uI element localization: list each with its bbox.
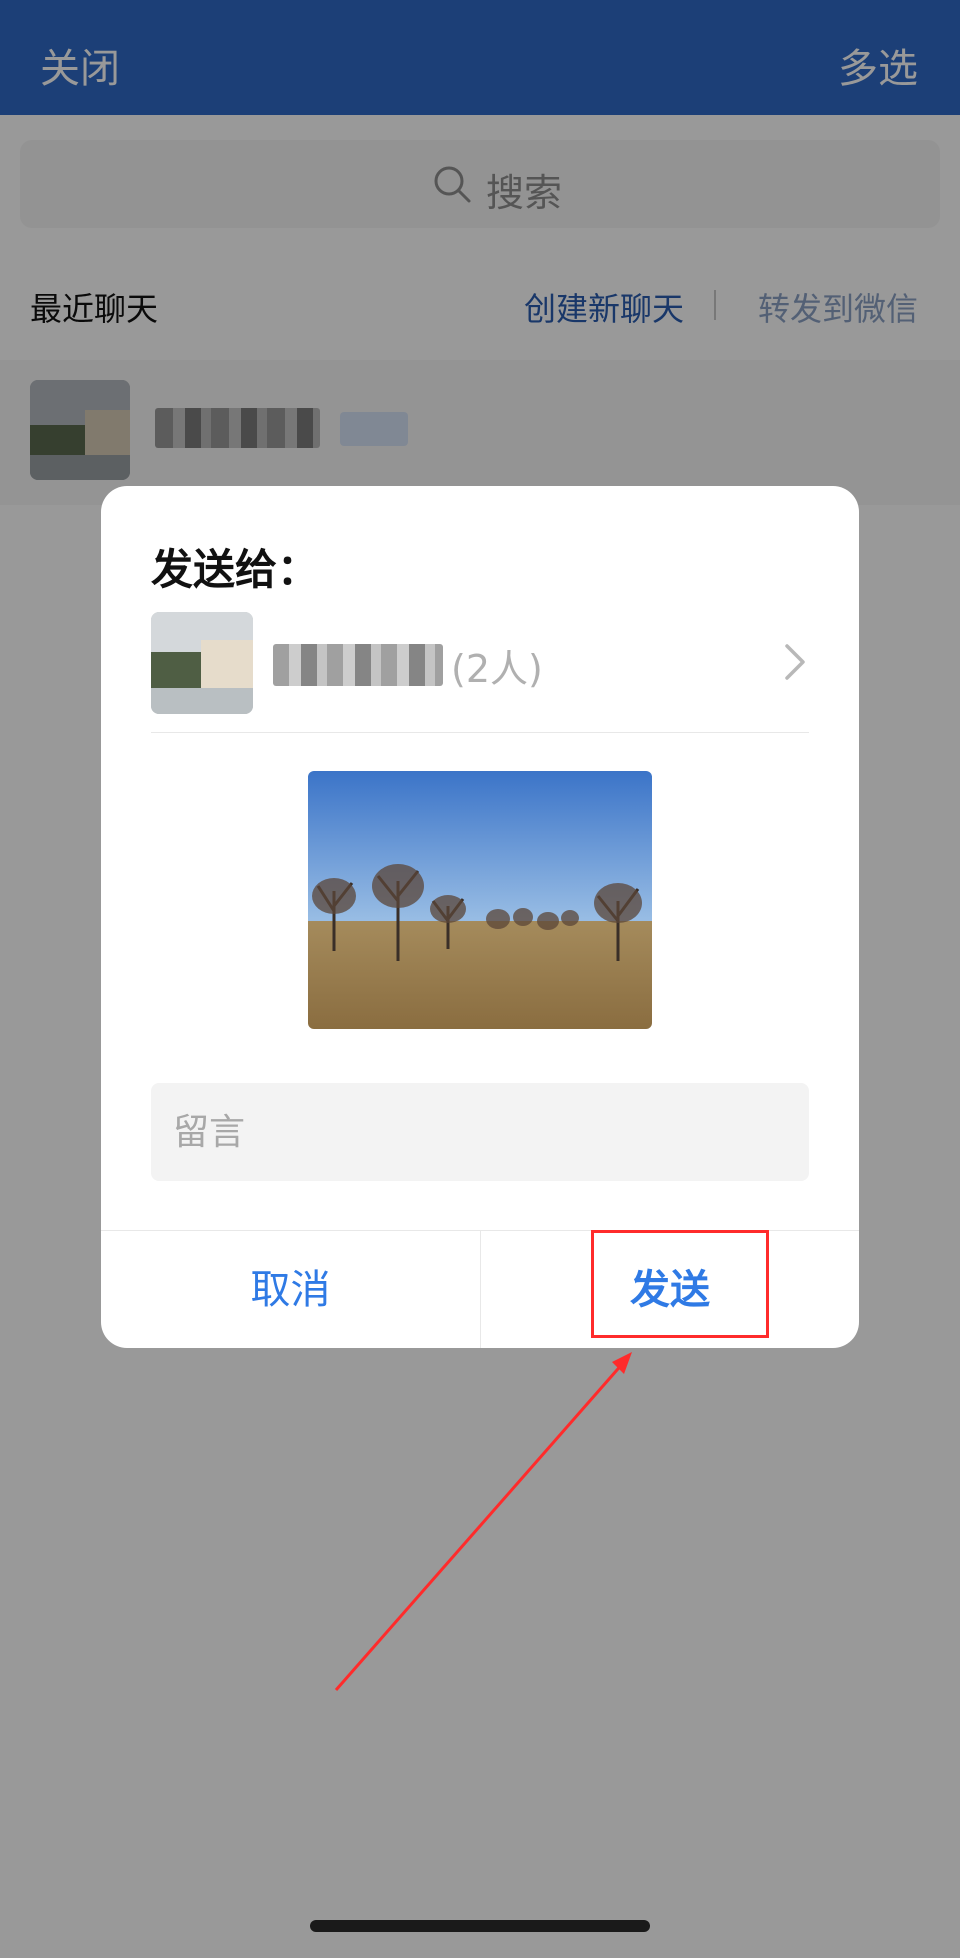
recipient-avatar [151,612,253,714]
home-indicator [310,1920,650,1932]
cancel-button[interactable]: 取消 [101,1231,480,1348]
recipient-name-redacted [273,644,443,686]
send-dialog: 发送给： (2人) 留言 取消 发送 [101,486,859,1348]
shared-photo-preview [308,771,652,1029]
recipient-row[interactable]: (2人) [151,612,809,722]
message-input[interactable] [151,1083,809,1181]
chevron-right-icon [785,644,805,680]
send-button-highlight-box [591,1230,769,1338]
divider [151,732,809,733]
recipient-member-count: (2人) [451,647,543,691]
send-to-title: 发送给： [151,545,320,594]
